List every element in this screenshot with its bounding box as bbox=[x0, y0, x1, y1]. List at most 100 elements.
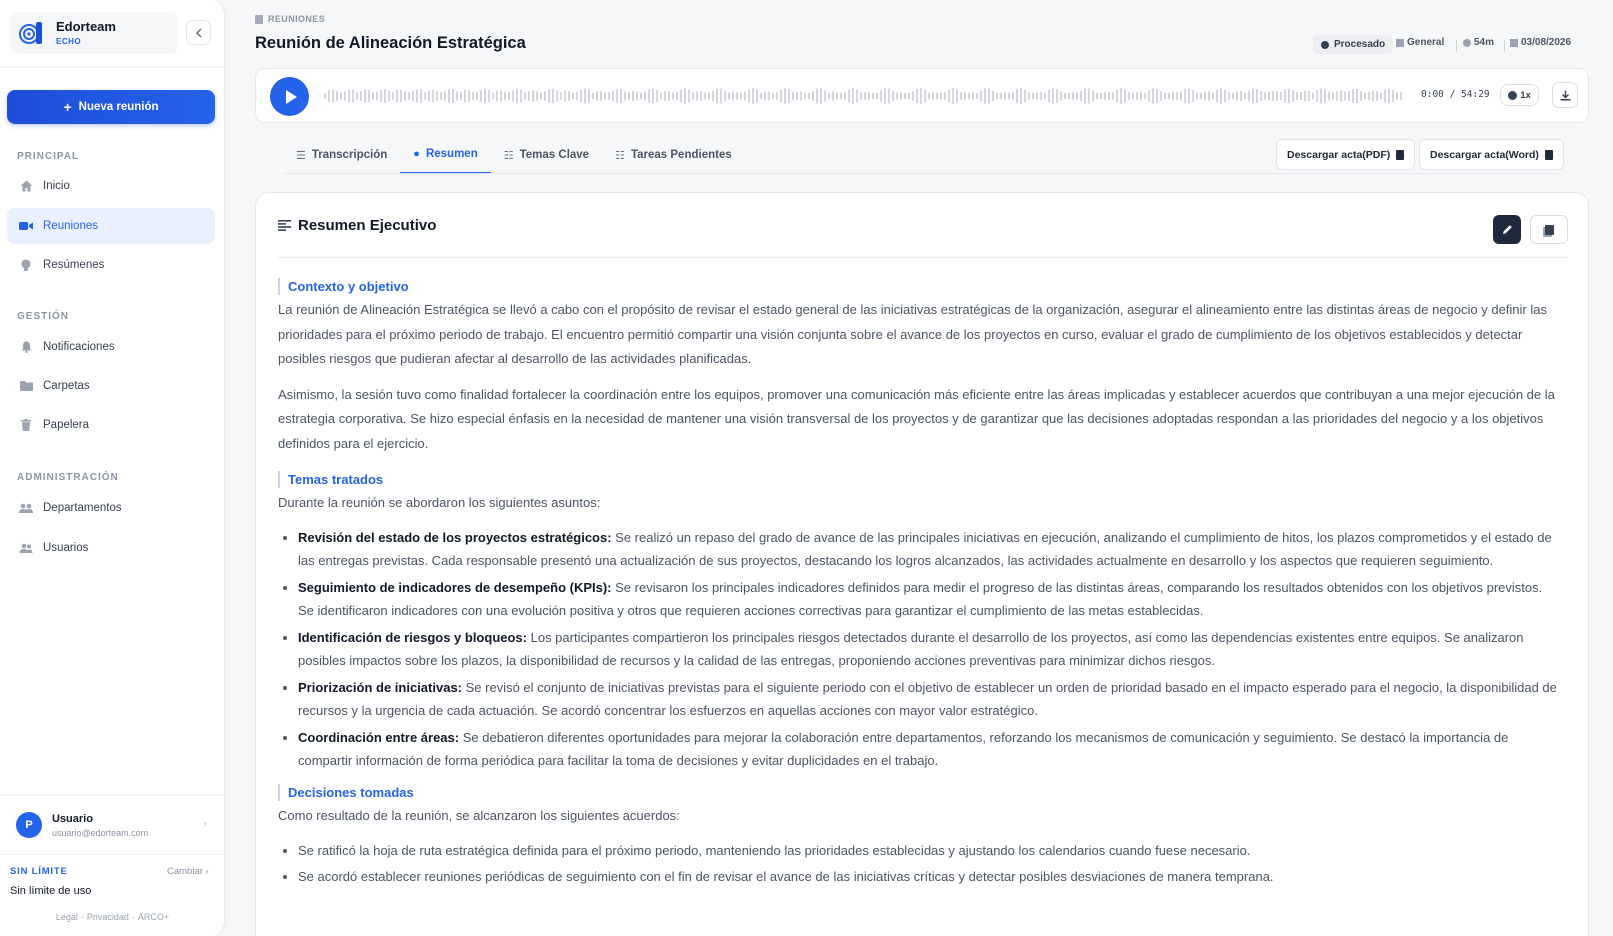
meta-folder: General bbox=[1396, 37, 1444, 48]
sidebar-item-resumenes[interactable]: Resúmenes bbox=[7, 247, 215, 283]
arco-link[interactable]: ARCO+ bbox=[138, 912, 169, 922]
waveform-bar bbox=[464, 89, 466, 103]
waveform-bar bbox=[1168, 92, 1170, 100]
sidebar-item-inicio[interactable]: Inicio bbox=[7, 168, 215, 204]
duration-value: 54m bbox=[1474, 37, 1495, 48]
waveform-bar bbox=[960, 91, 962, 101]
new-meeting-button[interactable]: + Nueva reunión bbox=[7, 90, 215, 124]
waveform-bar bbox=[1328, 91, 1330, 101]
tab-label: Temas Clave bbox=[519, 149, 590, 161]
edit-summary-button[interactable] bbox=[1493, 215, 1521, 244]
bell-icon bbox=[19, 340, 33, 354]
waveform-bar bbox=[468, 90, 470, 102]
waveform-bar bbox=[652, 88, 654, 104]
waveform-bar bbox=[1048, 89, 1050, 103]
waveform-bar bbox=[428, 90, 430, 102]
users-group-icon bbox=[19, 501, 33, 515]
waveform-scrubber[interactable] bbox=[324, 85, 1406, 107]
sidebar-item-label: Resúmenes bbox=[43, 259, 105, 271]
waveform-bar bbox=[1360, 90, 1362, 102]
waveform-bar bbox=[724, 90, 726, 102]
download-pdf-button[interactable]: Descargar acta(PDF) bbox=[1276, 139, 1416, 170]
download-word-button[interactable]: Descargar acta(Word) bbox=[1419, 139, 1564, 170]
plan-label: SIN LÍMITE bbox=[10, 866, 68, 877]
date-value: 03/08/2026 bbox=[1521, 37, 1572, 48]
waveform-bar bbox=[384, 89, 386, 103]
playback-time: 0:00 / 54:29 bbox=[1421, 89, 1490, 100]
waveform-bar bbox=[1200, 92, 1202, 100]
waveform-bar bbox=[392, 92, 394, 100]
waveform-bar bbox=[372, 91, 374, 101]
tab-resumen[interactable]: ● Resumen bbox=[400, 136, 491, 174]
sidebar-item-reuniones[interactable]: Reuniones bbox=[7, 208, 215, 244]
waveform-bar bbox=[1348, 91, 1350, 101]
summary-content: Contexto y objetivo La reunión de Alinea… bbox=[278, 263, 1558, 890]
waveform-bar bbox=[988, 88, 990, 104]
waveform-bar bbox=[920, 88, 922, 104]
waveform-bar bbox=[892, 91, 894, 101]
waveform-bar bbox=[772, 92, 774, 100]
breadcrumb[interactable]: REUNIONES bbox=[255, 14, 325, 24]
legal-link[interactable]: Legal bbox=[56, 912, 78, 922]
waveform-bar bbox=[860, 92, 862, 100]
tab-transcripcion[interactable]: ☰ Transcripción bbox=[283, 136, 400, 174]
waveform-bar bbox=[1264, 92, 1266, 100]
tab-temas-clave[interactable]: ☷ Temas Clave bbox=[491, 136, 602, 174]
waveform-bar bbox=[508, 92, 510, 100]
brand[interactable]: Edorteam ECHO bbox=[10, 12, 178, 54]
list-item: Identificación de riesgos y bloqueos: Lo… bbox=[298, 626, 1558, 672]
waveform-bar bbox=[336, 90, 338, 102]
video-icon bbox=[19, 219, 33, 233]
waveform-bar bbox=[868, 92, 870, 100]
copy-summary-button[interactable] bbox=[1530, 215, 1568, 244]
tab-tareas-pendientes[interactable]: ☷ Tareas Pendientes bbox=[602, 136, 745, 174]
waveform-bar bbox=[604, 91, 606, 101]
document-icon bbox=[255, 14, 263, 24]
sidebar-item-usuarios[interactable]: Usuarios bbox=[7, 530, 215, 566]
sidebar-item-carpetas[interactable]: Carpetas bbox=[7, 368, 215, 404]
section-administracion: ADMINISTRACIÓN bbox=[17, 472, 119, 483]
waveform-bar bbox=[816, 88, 818, 104]
topic-heading: Seguimiento de indicadores de desempeño … bbox=[298, 579, 612, 595]
clock-icon bbox=[1463, 38, 1471, 47]
waveform-bar bbox=[1196, 92, 1198, 100]
audio-player: 0:00 / 54:29 1x bbox=[255, 68, 1589, 123]
list-item: Revisión del estado de los proyectos est… bbox=[298, 526, 1558, 572]
waveform-bar bbox=[608, 92, 610, 100]
user-menu[interactable]: P Usuario usuario@edorteam.com › bbox=[0, 795, 225, 855]
waveform-bar bbox=[436, 91, 438, 101]
waveform-bar bbox=[968, 92, 970, 100]
download-audio-button[interactable] bbox=[1552, 82, 1578, 108]
waveform-bar bbox=[1252, 88, 1254, 104]
waveform-bar bbox=[728, 92, 730, 100]
playback-speed-button[interactable]: 1x bbox=[1500, 84, 1539, 106]
download-icon bbox=[1560, 90, 1570, 100]
sidebar-item-notificaciones[interactable]: Notificaciones bbox=[7, 329, 215, 365]
waveform-bar bbox=[664, 90, 666, 102]
waveform-bar bbox=[804, 92, 806, 100]
collapse-sidebar-button[interactable] bbox=[186, 20, 211, 45]
waveform-bar bbox=[344, 91, 346, 101]
waveform-bar bbox=[1212, 92, 1214, 100]
waveform-bar bbox=[1304, 90, 1306, 102]
list-item: Se acordó establecer reuniones periódica… bbox=[298, 864, 1558, 890]
waveform-bar bbox=[992, 90, 994, 102]
sidebar-item-papelera[interactable]: Papelera bbox=[7, 407, 215, 443]
brand-logo-icon bbox=[19, 22, 42, 44]
waveform-bar bbox=[564, 90, 566, 102]
waveform-bar bbox=[444, 91, 446, 101]
topic-heading: Identificación de riesgos y bloqueos: bbox=[298, 629, 527, 645]
play-button[interactable] bbox=[270, 77, 309, 116]
tabs: ☰ Transcripción ● Resumen ☷ Temas Clave … bbox=[283, 136, 745, 174]
waveform-bar bbox=[500, 90, 502, 102]
sidebar-item-departamentos[interactable]: Departamentos bbox=[7, 490, 215, 526]
list-item: Seguimiento de indicadores de desempeño … bbox=[298, 576, 1558, 622]
waveform-bar bbox=[1292, 90, 1294, 102]
waveform-bar bbox=[340, 91, 342, 101]
waveform-bar bbox=[1116, 89, 1118, 103]
waveform-bar bbox=[584, 88, 586, 104]
change-plan-link[interactable]: Cambiar › bbox=[167, 866, 209, 877]
waveform-bar bbox=[1164, 92, 1166, 100]
privacy-link[interactable]: Privacidad bbox=[87, 912, 129, 922]
waveform-bar bbox=[876, 92, 878, 100]
